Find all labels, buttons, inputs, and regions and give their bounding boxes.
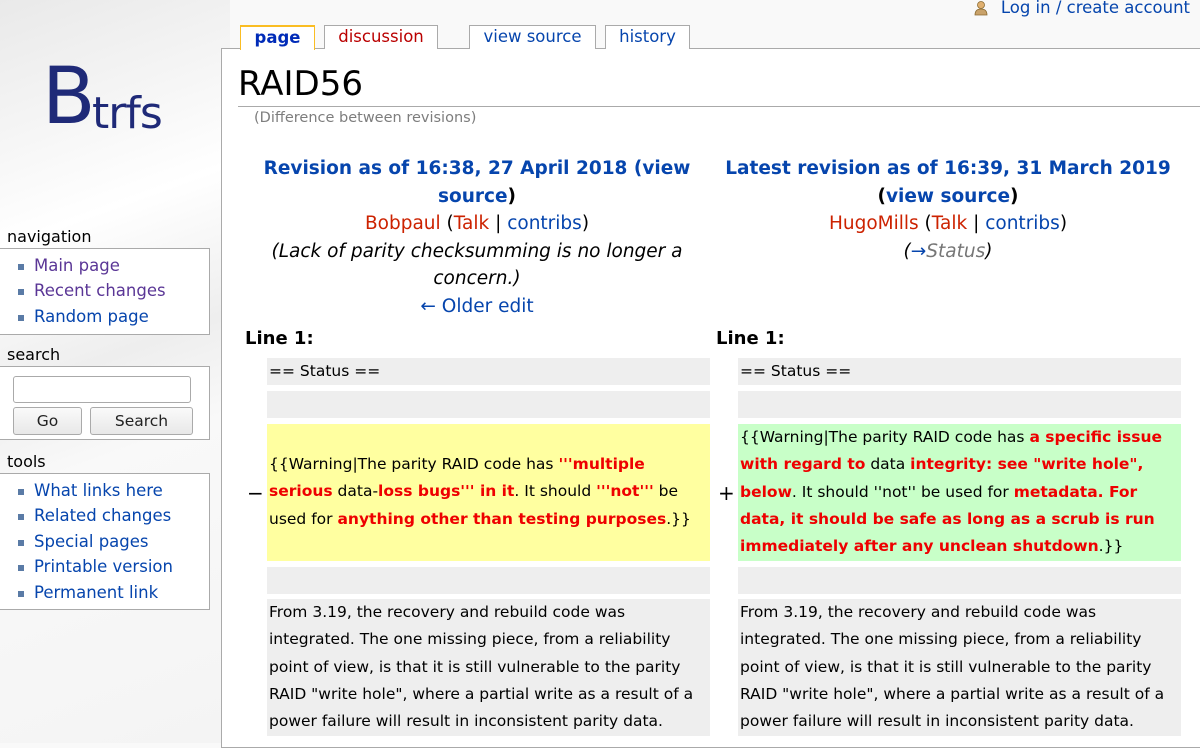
left-contribs-link[interactable]: contribs [507,213,582,234]
go-button[interactable]: Go [13,407,82,435]
tools-link-what-links-here[interactable]: What links here [34,481,163,500]
search-input[interactable] [13,376,191,403]
del-seg-5: '''not''' [596,482,654,501]
left-user-line: Bobpaul (Talk | contribs) [364,213,590,234]
tab-page[interactable]: page [240,25,315,50]
tools-link-special-pages[interactable]: Special pages [34,532,149,551]
tools-link-printable-version[interactable]: Printable version [34,557,173,576]
right-revision-header: Latest revision as of 16:39, 31 March 20… [718,155,1178,265]
left-context-empty [267,391,710,418]
add-seg-6: .}} [1098,537,1124,556]
right-revision-title[interactable]: Latest revision as of 16:39, 31 March 20… [718,155,1178,183]
add-seg-4: . It should ''not'' be used for [791,482,1014,501]
left-revision-header: Revision as of 16:38, 27 April 2018 (vie… [258,155,696,320]
deleted-line-marker: − [247,481,264,505]
tab-view-source[interactable]: view source [469,25,596,49]
navigation-heading: navigation [7,227,92,246]
nav-link-random-page[interactable]: Random page [34,307,149,326]
left-user-link[interactable]: Bobpaul [365,213,441,234]
search-heading: search [7,345,61,364]
add-seg-2: data [865,455,911,474]
left-revision-title[interactable]: Revision as of 16:38, 27 April 2018 (vie… [258,155,696,210]
tools-link-permanent-link[interactable]: Permanent link [34,583,158,602]
search-body: Go Search [0,366,210,440]
section-arrow-link[interactable]: → [911,241,927,262]
section-name: Status [926,240,986,262]
page-title: RAID56 [238,64,363,104]
tools-item-related-changes[interactable]: Related changes [18,503,209,528]
del-seg-2: data- [332,482,379,501]
tools-item-permanent-link[interactable]: Permanent link [18,580,209,605]
title-divider [238,106,1200,107]
nav-item-random-page[interactable]: Random page [18,304,209,329]
tools-link-related-changes[interactable]: Related changes [34,506,171,525]
login-link[interactable]: Log in / create account [1001,0,1190,17]
left-context-empty-2 [267,567,710,594]
search-portlet: search Go Search [0,344,210,440]
del-seg-4: . It should [514,482,597,501]
del-seg-7: anything other than testing purposes [337,509,667,528]
nav-link-recent-changes[interactable]: Recent changes [34,281,166,300]
right-user-link[interactable]: HugoMills [829,213,919,234]
right-talk-link[interactable]: Talk [932,213,967,234]
left-revision-paren: ) [507,185,516,207]
tools-body: What links here Related changes Special … [0,473,210,610]
left-revision-label[interactable]: Revision as of 16:38, 27 April 2018 ( [264,158,643,179]
right-line-number: Line 1: [716,328,785,349]
tools-item-what-links-here[interactable]: What links here [18,478,209,503]
tools-heading: tools [7,452,46,471]
right-context-empty [738,391,1181,418]
left-context-paragraph: From 3.19, the recovery and rebuild code… [267,599,710,736]
page-subtitle: (Difference between revisions) [254,110,477,126]
logo-text: trfs [92,88,163,139]
tab-discussion[interactable]: discussion [324,25,438,49]
logo-letter: B [42,52,95,142]
right-edit-summary: (→Status) [903,240,993,262]
right-contribs-link[interactable]: contribs [985,213,1060,234]
left-talk-link[interactable]: Talk [454,213,489,234]
left-line-number: Line 1: [245,328,314,349]
tab-history[interactable]: history [605,25,690,49]
added-line-marker: + [718,481,735,505]
nav-link-main-page[interactable]: Main page [34,256,120,275]
del-seg-8: .}} [666,509,691,528]
deleted-line: {{Warning|The parity RAID code has '''mu… [267,424,710,561]
nav-item-recent-changes[interactable]: Recent changes [18,278,209,303]
del-seg-3: loss bugs''' in it [378,482,515,501]
btrfs-logo[interactable]: B trfs [42,58,163,139]
user-icon [974,1,988,16]
right-view-source-link[interactable]: view source [886,186,1010,207]
right-user-line: HugoMills (Talk | contribs) [828,213,1068,234]
right-view-source-line: (view source) [877,185,1019,207]
del-seg-0: {{Warning|The parity RAID code has [269,455,559,473]
older-edit-link[interactable]: ← Older edit [420,296,533,317]
navigation-body: Main page Recent changes Random page [0,248,210,335]
add-seg-0: {{Warning|The parity RAID code has [740,428,1030,446]
tools-item-special-pages[interactable]: Special pages [18,529,209,554]
right-context-empty-2 [738,567,1181,594]
tools-item-printable-version[interactable]: Printable version [18,554,209,579]
left-context-status: == Status == [267,358,710,385]
added-line: {{Warning|The parity RAID code has a spe… [738,424,1181,561]
right-context-status: == Status == [738,358,1181,385]
navigation-portlet: navigation Main page Recent changes Rand… [0,226,210,335]
nav-item-main-page[interactable]: Main page [18,253,209,278]
left-edit-summary: (Lack of parity checksumming is no longe… [271,240,683,290]
tools-portlet: tools What links here Related changes Sp… [0,451,210,610]
search-button[interactable]: Search [90,407,193,435]
right-context-paragraph: From 3.19, the recovery and rebuild code… [738,599,1181,736]
